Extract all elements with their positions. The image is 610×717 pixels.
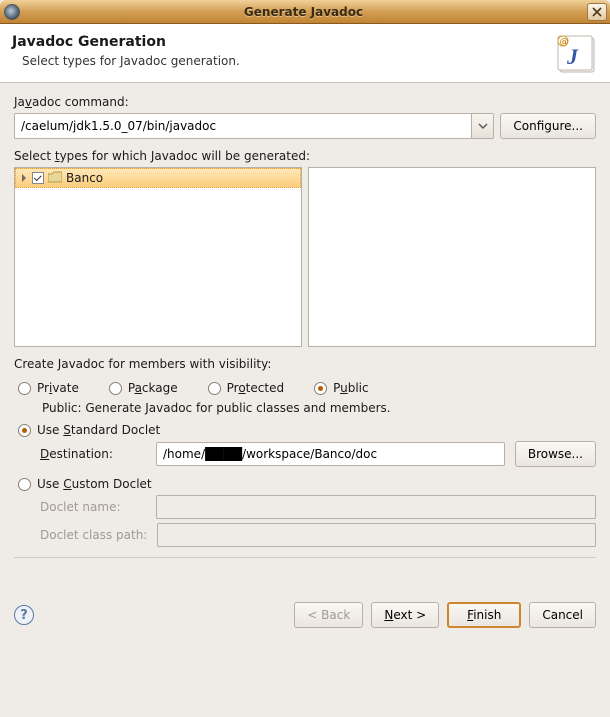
radio-public[interactable]: Public bbox=[314, 381, 369, 395]
javadoc-command-input[interactable] bbox=[15, 114, 471, 138]
doclet-name-label: Doclet name: bbox=[40, 500, 146, 514]
tree-row-banco[interactable]: Banco bbox=[15, 168, 301, 188]
window-title: Generate Javadoc bbox=[20, 5, 587, 19]
javadoc-command-dropdown[interactable] bbox=[471, 114, 493, 138]
doclet-classpath-label: Doclet class path: bbox=[40, 528, 147, 542]
doclet-name-input bbox=[156, 495, 596, 519]
close-icon bbox=[592, 7, 602, 17]
header-banner: Javadoc Generation Select types for Java… bbox=[0, 24, 610, 83]
javadoc-command-label: Javadoc command: bbox=[14, 95, 596, 109]
destination-label: Destination: bbox=[40, 447, 146, 461]
radio-package[interactable]: Package bbox=[109, 381, 178, 395]
projects-tree[interactable]: Banco bbox=[14, 167, 302, 347]
svg-text:@: @ bbox=[560, 38, 569, 48]
back-button: < Back bbox=[294, 602, 363, 628]
cancel-button[interactable]: Cancel bbox=[529, 602, 596, 628]
svg-text:J: J bbox=[566, 44, 579, 69]
project-name: Banco bbox=[66, 171, 103, 185]
select-types-label: Select types for which Javadoc will be g… bbox=[14, 149, 596, 163]
separator bbox=[14, 557, 596, 558]
doclet-classpath-input bbox=[157, 523, 596, 547]
help-button[interactable]: ? bbox=[14, 605, 34, 625]
banner-subtitle: Select types for Javadoc generation. bbox=[22, 54, 598, 68]
project-folder-icon bbox=[48, 171, 62, 186]
types-list[interactable] bbox=[308, 167, 596, 347]
javadoc-icon: J @ bbox=[554, 30, 600, 76]
expand-caret-icon[interactable] bbox=[20, 171, 28, 185]
configure-button[interactable]: Configure... bbox=[500, 113, 596, 139]
chevron-down-icon bbox=[478, 123, 488, 129]
browse-button[interactable]: Browse... bbox=[515, 441, 596, 467]
radio-custom-doclet[interactable]: Use Custom Doclet bbox=[18, 477, 596, 491]
close-button[interactable] bbox=[587, 3, 607, 21]
visibility-label: Create Javadoc for members with visibili… bbox=[14, 357, 596, 371]
radio-standard-doclet[interactable]: Use Standard Doclet bbox=[18, 423, 596, 437]
titlebar: Generate Javadoc bbox=[0, 0, 610, 24]
radio-protected[interactable]: Protected bbox=[208, 381, 284, 395]
radio-private[interactable]: Private bbox=[18, 381, 79, 395]
checkbox-banco[interactable] bbox=[32, 172, 44, 184]
visibility-description: Public: Generate Javadoc for public clas… bbox=[42, 401, 596, 415]
javadoc-command-combo[interactable] bbox=[14, 113, 494, 139]
destination-input[interactable] bbox=[156, 442, 505, 466]
finish-button[interactable]: Finish bbox=[447, 602, 521, 628]
banner-heading: Javadoc Generation bbox=[12, 34, 598, 50]
next-button[interactable]: Next > bbox=[371, 602, 439, 628]
app-icon bbox=[4, 4, 20, 20]
